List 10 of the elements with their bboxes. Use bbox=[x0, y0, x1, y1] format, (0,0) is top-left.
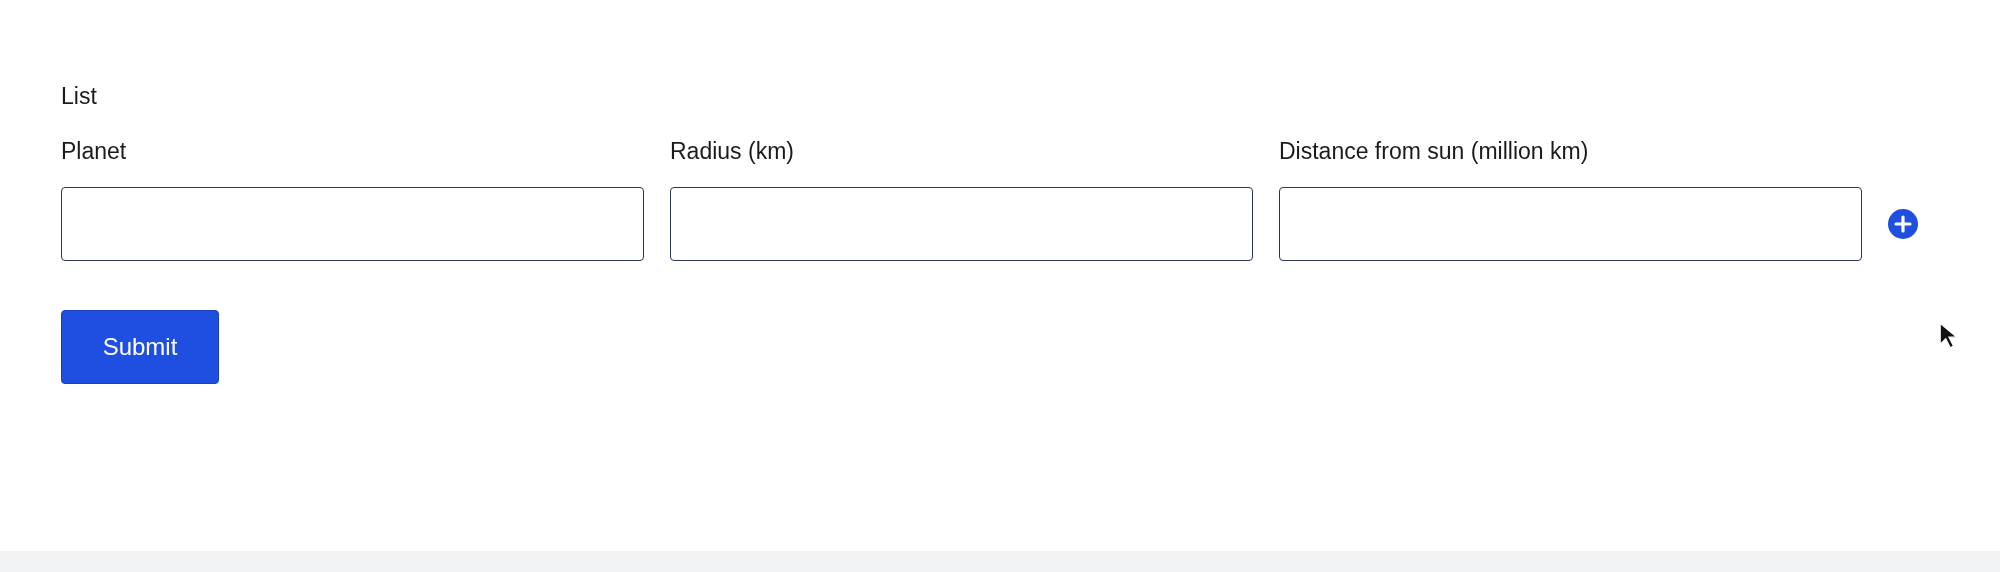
column-label: Distance from sun (million km) bbox=[1279, 137, 1590, 165]
add-icon[interactable] bbox=[1888, 209, 1918, 239]
input-field[interactable] bbox=[1279, 187, 1862, 261]
column-label: Radius (km) bbox=[670, 137, 795, 165]
cursor-icon bbox=[1939, 322, 1957, 349]
submit-button[interactable]: Submit bbox=[61, 310, 219, 384]
input-field[interactable] bbox=[670, 187, 1253, 261]
form-title: List bbox=[61, 82, 98, 111]
input-field[interactable] bbox=[61, 187, 644, 261]
column-label: Planet bbox=[61, 137, 128, 165]
